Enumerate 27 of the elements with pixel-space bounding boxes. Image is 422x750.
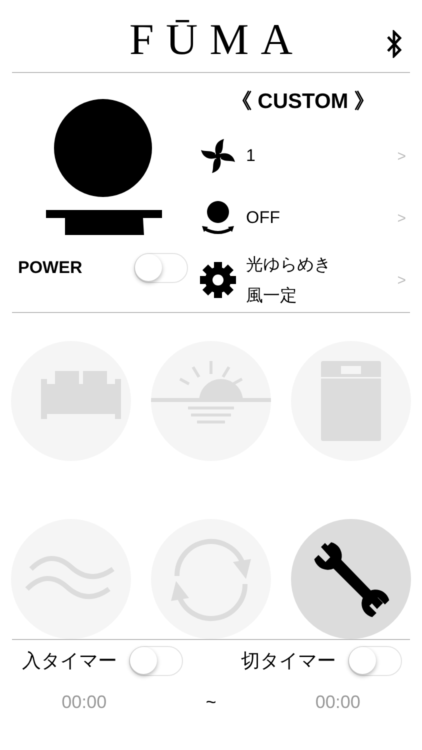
power-label: POWER [18,258,84,278]
setting-value: 光ゆらめき [246,254,332,276]
setting-value: OFF [246,208,281,228]
chevron[interactable]: > [397,272,410,288]
mode-title: 《 CUSTOM 》 [230,89,376,115]
app-logo: FŪMA [128,14,305,64]
bluetooth-icon[interactable] [386,30,402,58]
refresh-icon [171,539,251,621]
range-separator: ~ [206,692,216,713]
timer-label: 切タイマー [241,650,336,674]
timer-label: 入タイマー [22,650,117,674]
sofa-icon [41,371,121,419]
toggle-switch[interactable] [348,646,402,676]
gear-icon [199,261,237,299]
chevron[interactable]: > [397,210,410,226]
toggle-switch[interactable] [134,253,188,283]
fan-icon [198,138,238,174]
chevron[interactable]: > [397,148,410,164]
toggle-switch[interactable] [129,646,183,676]
setting-value: 1 [246,146,256,166]
bed-icon [321,361,381,441]
sunset-icon [151,361,271,424]
timer-time[interactable]: 00:00 [62,692,107,713]
waves-icon [25,556,114,599]
tools-icon [314,542,390,618]
timer-time[interactable]: 00:00 [315,692,360,713]
setting-value: 風一定 [246,285,298,307]
